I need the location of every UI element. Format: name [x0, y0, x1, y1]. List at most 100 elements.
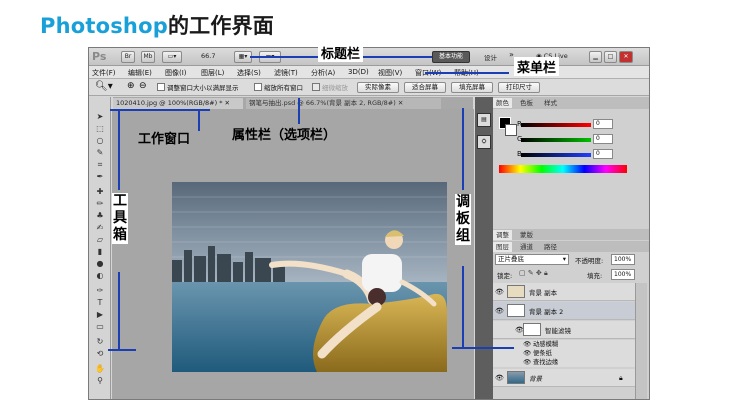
menu-view[interactable]: 视图(V) — [378, 68, 402, 78]
tab-color[interactable]: 颜色 — [493, 98, 512, 108]
actions-panel-icon[interactable]: ⛭ — [477, 135, 491, 149]
lock-icons[interactable]: ▢ ✎ ✥ 🔒︎ — [519, 269, 548, 278]
layer-row[interactable]: 👁︎ 背景 副本 2 — [493, 302, 635, 320]
actual-pixels-button[interactable]: 实际像素 — [357, 82, 399, 93]
blue-slider[interactable] — [521, 153, 591, 157]
clone-stamp-tool-icon[interactable]: ♣ — [93, 211, 107, 221]
tab-adjustments[interactable]: 调整 — [493, 230, 512, 240]
blue-value[interactable]: 0 — [593, 149, 613, 159]
type-tool-icon[interactable]: T — [93, 298, 107, 308]
smart-filter-row[interactable]: 👁︎ 智能滤镜 — [493, 321, 635, 339]
gradient-tool-icon[interactable]: ▮ — [93, 247, 107, 257]
mini-bridge-button[interactable]: Mb — [141, 51, 155, 63]
scrubby-zoom-checkbox[interactable] — [312, 83, 320, 91]
hand-tool-icon[interactable]: ✋ — [93, 364, 107, 374]
tab-paths[interactable]: 路径 — [541, 242, 560, 252]
opacity-label: 不透明度: — [575, 257, 604, 265]
layer-row[interactable]: 👁︎ 背景 🔒︎ — [493, 369, 635, 387]
tab-document-1[interactable]: 1020410.jpg @ 100%(RGB/8#) * ✕ — [113, 98, 243, 109]
lasso-tool-icon[interactable]: ○ — [93, 136, 107, 146]
minimize-button[interactable]: ▁ — [589, 51, 602, 63]
menu-analysis[interactable]: 分析(A) — [311, 68, 335, 78]
label-panels-char: 调 — [456, 194, 470, 210]
tab-channels[interactable]: 通道 — [517, 242, 536, 252]
green-slider[interactable] — [521, 138, 591, 142]
filter-eye-icon[interactable]: 👁︎ — [523, 350, 533, 357]
document-image[interactable] — [172, 182, 447, 372]
zoom-out-icon[interactable]: ⊖ — [139, 81, 147, 91]
fill-input[interactable]: 100% — [611, 269, 635, 280]
eyedropper-tool-icon[interactable]: ✒ — [93, 172, 107, 182]
workspace-design-button[interactable]: 设计 — [484, 52, 497, 62]
eraser-tool-icon[interactable]: ▱ — [93, 235, 107, 245]
close-icon[interactable]: ✕ — [225, 99, 230, 107]
view-extras-button[interactable]: ▭▾ — [162, 51, 182, 63]
maximize-button[interactable]: □ — [604, 51, 617, 63]
menu-edit[interactable]: 编辑(E) — [128, 68, 152, 78]
red-value[interactable]: 0 — [593, 119, 613, 129]
fit-screen-button[interactable]: 适合屏幕 — [404, 82, 446, 93]
visibility-eye-icon[interactable]: 👁︎ — [495, 374, 504, 382]
menu-image[interactable]: 图像(I) — [165, 68, 187, 78]
resize-windows-checkbox[interactable] — [157, 83, 165, 91]
filter-eye-icon[interactable]: 👁︎ — [523, 359, 533, 366]
zoom-tool-icon[interactable]: 🔍︎▾ — [95, 81, 113, 92]
brush-tool-icon[interactable]: ✏ — [93, 199, 107, 209]
green-value[interactable]: 0 — [593, 134, 613, 144]
pen-tool-icon[interactable]: ✑ — [93, 286, 107, 296]
shape-tool-icon[interactable]: ▭ — [93, 322, 107, 332]
zoom-all-checkbox[interactable] — [254, 83, 262, 91]
tab-masks[interactable]: 蒙版 — [517, 230, 536, 240]
3d-orbit-tool-icon[interactable]: ⟲ — [93, 349, 107, 359]
blur-tool-icon[interactable]: ● — [93, 259, 107, 269]
canvas-area[interactable] — [112, 109, 474, 399]
tab-swatches[interactable]: 色板 — [517, 98, 536, 108]
background-color-swatch[interactable] — [505, 124, 517, 136]
layer-row[interactable]: 👁︎ 背景 副本 — [493, 283, 635, 301]
visibility-eye-icon[interactable]: 👁︎ — [495, 288, 504, 296]
tab-layers[interactable]: 图层 — [493, 242, 512, 252]
close-icon[interactable]: ✕ — [398, 99, 403, 107]
menu-select[interactable]: 选择(S) — [237, 68, 261, 78]
history-panel-icon[interactable]: ▤ — [477, 113, 491, 127]
path-select-tool-icon[interactable]: ▶ — [93, 310, 107, 320]
visibility-eye-icon[interactable]: 👁︎ — [495, 307, 504, 315]
collapsed-panel-strip: ▤ ⛭ — [475, 97, 493, 399]
healing-tool-icon[interactable]: ✚ — [93, 187, 107, 197]
3d-rotate-tool-icon[interactable]: ↻ — [93, 337, 107, 347]
filter-row[interactable]: 👁︎ 动感模糊 — [493, 340, 635, 349]
filter-eye-icon[interactable]: 👁︎ — [523, 341, 533, 348]
tab-document-2[interactable]: 钢笔与抽出.psd @ 66.7%(背景 副本 2, RGB/8#) ✕ — [246, 98, 441, 109]
menu-3d[interactable]: 3D(D) — [348, 68, 369, 76]
lock-icon: 🔒︎ — [619, 374, 623, 382]
scrubby-zoom-label: 细微缩放 — [322, 84, 348, 92]
workspace-basic-button[interactable]: 基本功能 — [432, 51, 470, 63]
fill-screen-button[interactable]: 填充屏幕 — [451, 82, 493, 93]
color-spectrum-bar[interactable] — [499, 165, 627, 173]
tab-styles[interactable]: 样式 — [541, 98, 560, 108]
print-size-button[interactable]: 打印尺寸 — [498, 82, 540, 93]
zoom-tool-icon-toolbox[interactable]: ⚲ — [93, 376, 107, 386]
close-button[interactable]: ✕ — [619, 51, 633, 63]
zoom-in-icon[interactable]: ⊕ — [127, 81, 135, 91]
filter-row[interactable]: 👁︎ 便条纸 — [493, 349, 635, 358]
layers-scrollbar[interactable] — [635, 283, 647, 399]
toolbox-pointer-line-foot — [108, 349, 136, 351]
menu-layer[interactable]: 图层(L) — [201, 68, 224, 78]
history-brush-tool-icon[interactable]: ✍ — [93, 223, 107, 233]
filter-row[interactable]: 👁︎ 查找边缘 — [493, 358, 635, 367]
marquee-tool-icon[interactable]: ⬚ — [93, 124, 107, 134]
move-tool-icon[interactable]: ➤ — [93, 112, 107, 122]
dodge-tool-icon[interactable]: ◐ — [93, 271, 107, 281]
crop-tool-icon[interactable]: ⌗ — [93, 160, 107, 170]
red-slider[interactable] — [521, 123, 591, 127]
panels-pointer-line-foot — [452, 347, 514, 349]
zoom-level[interactable]: 66.7 — [201, 52, 215, 60]
opacity-input[interactable]: 100% — [611, 254, 635, 265]
blend-mode-select[interactable]: 正片叠底 ▾ — [495, 254, 569, 265]
filter-mask-thumbnail — [523, 323, 541, 336]
menu-filter[interactable]: 滤镜(T) — [274, 68, 298, 78]
bridge-button[interactable]: Br — [121, 51, 135, 63]
quick-select-tool-icon[interactable]: ✎ — [93, 148, 107, 158]
menu-file[interactable]: 文件(F) — [92, 68, 116, 78]
